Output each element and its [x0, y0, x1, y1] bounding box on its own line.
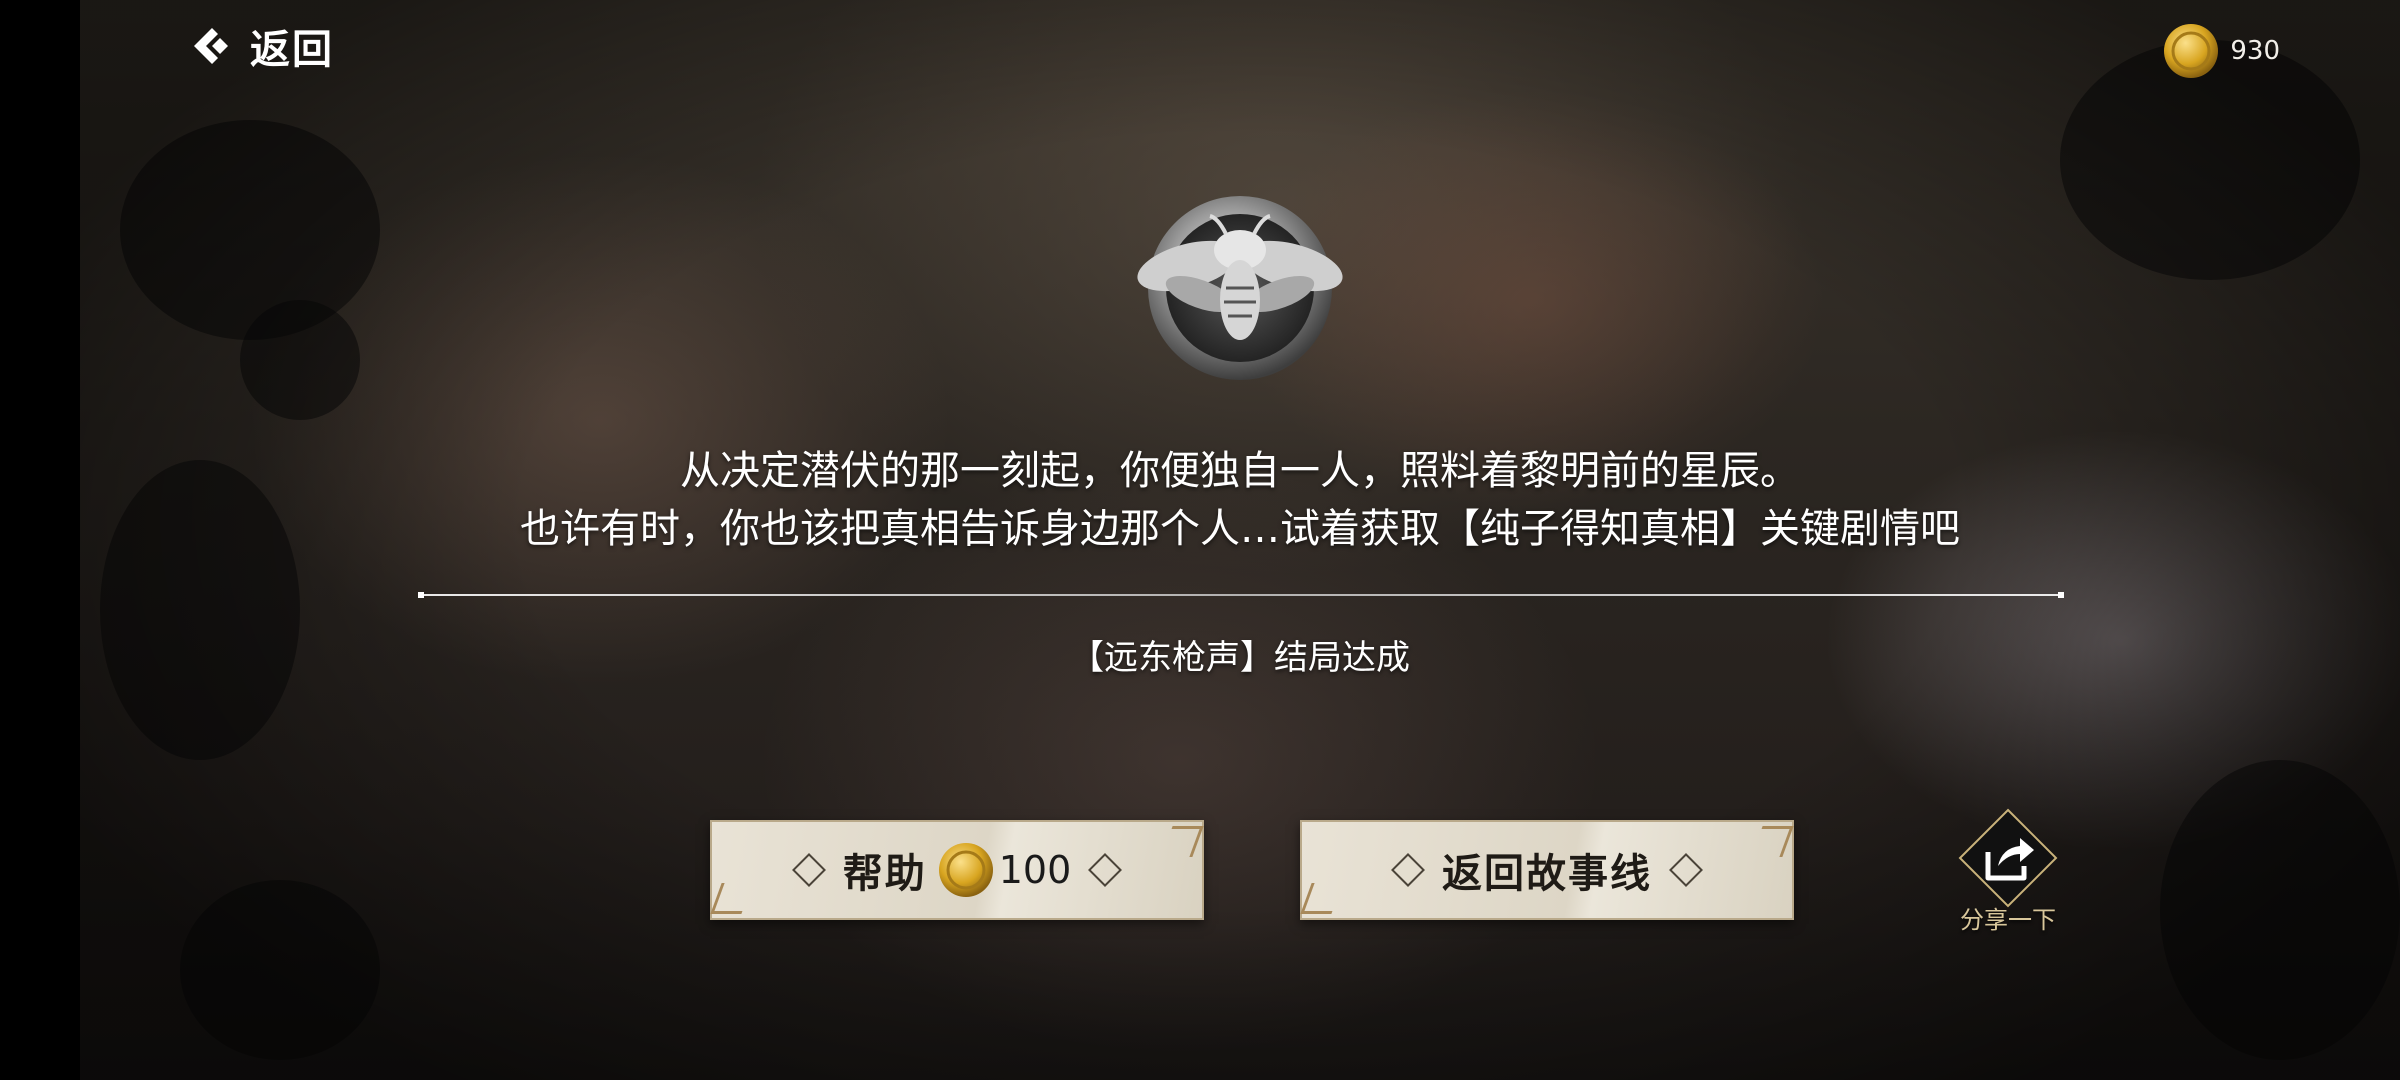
help-button[interactable]: 帮助 100 [710, 820, 1204, 920]
return-storyline-button[interactable]: 返回故事线 [1300, 820, 1794, 920]
back-label: 返回 [250, 26, 334, 73]
diamond-ornament-icon [1088, 853, 1123, 887]
corner-ornament [710, 883, 753, 914]
ending-achieved-text: 【远东枪声】结局达成 [1070, 638, 1410, 678]
share-label: 分享一下 [1960, 906, 2056, 934]
corner-ornament [1300, 883, 1343, 914]
divider-cap [418, 592, 424, 598]
diamond-ornament-icon [791, 853, 826, 887]
corner-ornament [1161, 826, 1204, 857]
gold-coin-icon [2164, 24, 2219, 78]
gold-coin-icon [938, 843, 993, 897]
hint-line-1: 从决定潜伏的那一刻起，你便独自一人，照料着黎明前的星辰。 [680, 448, 1800, 494]
left-black-bar [0, 0, 80, 1080]
hint-line-2: 也许有时，你也该把真相告诉身边那个人…试着获取【纯子得知真相】关键剧情吧 [520, 506, 1960, 552]
bee-emblem-icon [1137, 196, 1343, 380]
diamond-ornament-icon [1391, 853, 1425, 887]
help-cost: 100 [998, 848, 1072, 892]
screen: 返回 930 从决定潜伏的那一刻起，你便独自一人，照料着黎明前的星辰。 也许有时… [0, 0, 2400, 1080]
diamond-ornament-icon [1669, 853, 1703, 887]
coin-counter: 930 [2162, 22, 2280, 80]
share-icon [1958, 808, 2058, 908]
back-arrow-icon [194, 28, 228, 64]
hint-message: 从决定潜伏的那一刻起，你便独自一人，照料着黎明前的星辰。 也许有时，你也该把真相… [300, 442, 2180, 558]
divider [420, 594, 2062, 596]
back-button[interactable]: 返回 [190, 18, 334, 74]
return-storyline-label: 返回故事线 [1442, 850, 1652, 897]
share-button[interactable]: 分享一下 [1950, 808, 2066, 935]
corner-ornament [1751, 826, 1794, 857]
coin-count: 930 [2230, 36, 2280, 66]
divider-cap [2058, 592, 2064, 598]
help-label: 帮助 [842, 850, 927, 897]
